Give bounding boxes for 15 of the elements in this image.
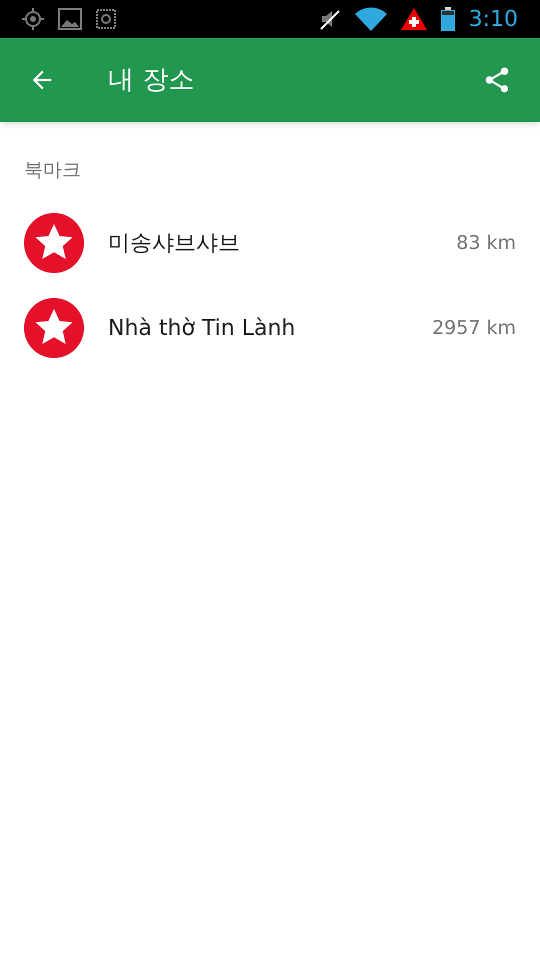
bookmark-row[interactable]: 미송샤브샤브 83 km	[24, 200, 516, 286]
image-icon	[58, 8, 82, 30]
status-time: 3:10	[468, 6, 518, 34]
bookmark-distance: 2957 km	[432, 316, 516, 341]
gps-icon	[22, 8, 44, 30]
bookmark-distance: 83 km	[456, 230, 516, 256]
app-bar-title: 내 장소	[108, 64, 196, 96]
bookmark-row[interactable]: Nhà thờ Tin Lành 2957 km	[24, 286, 516, 370]
wifi-icon	[354, 7, 387, 31]
battery-icon	[440, 7, 455, 31]
alert-icon	[400, 8, 427, 30]
bookmark-name: 미송샤브샤브	[108, 230, 241, 258]
muted-speaker-icon	[318, 8, 341, 30]
section-header: 북마크	[24, 158, 82, 183]
bookmark-name: Nhà thờ Tin Lành	[108, 314, 296, 342]
